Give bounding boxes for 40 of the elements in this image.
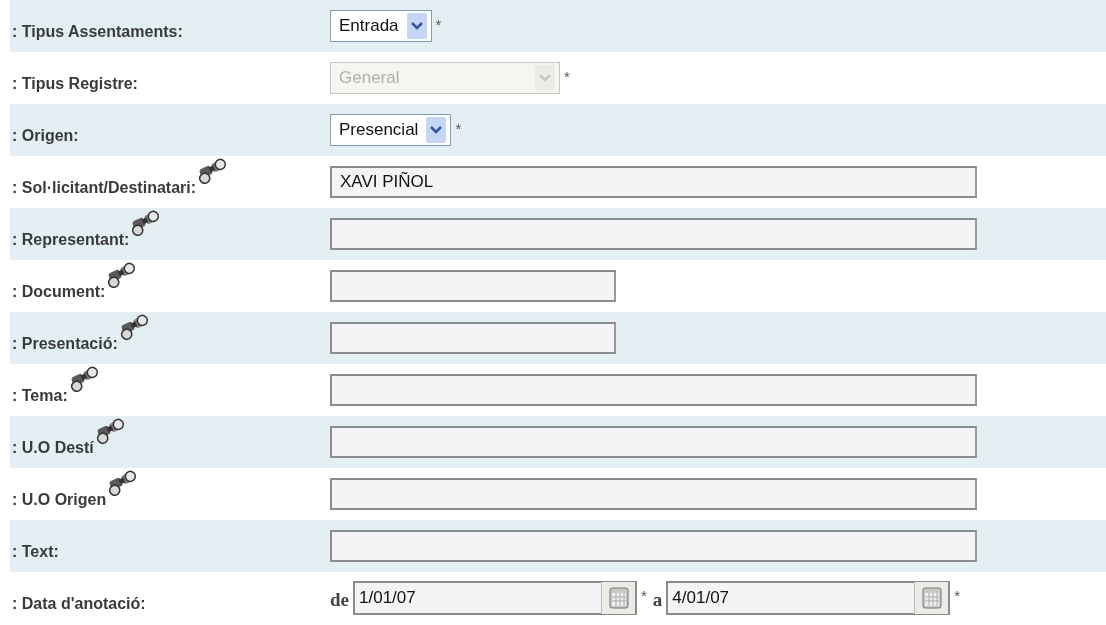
field-label: : Tema:: [12, 386, 68, 406]
required-mark: *: [954, 586, 961, 606]
dropdown-button[interactable]: [426, 117, 447, 143]
text-field[interactable]: [330, 322, 616, 354]
select-field[interactable]: Entrada: [330, 10, 432, 42]
calendar-button[interactable]: [601, 582, 635, 614]
date-field[interactable]: 1/01/07: [353, 581, 637, 615]
required-mark: *: [564, 67, 570, 87]
text-field[interactable]: [330, 374, 977, 406]
chevron-down-icon: [539, 74, 551, 82]
field-label: : U.O Destí: [12, 438, 94, 458]
field-label: : Document:: [12, 282, 106, 302]
field-label: : Data d'anotació:: [12, 594, 146, 614]
field-label: : Origen:: [12, 126, 79, 146]
field-label: : Presentació:: [12, 334, 118, 354]
text-field[interactable]: [330, 478, 977, 510]
required-mark: *: [641, 586, 647, 606]
calendar-icon: [921, 587, 942, 609]
range-label: de: [330, 587, 349, 612]
range-label: a: [652, 587, 663, 612]
chevron-down-icon: [410, 22, 423, 30]
required-mark: *: [455, 119, 462, 139]
text-field[interactable]: [330, 530, 977, 562]
calendar-button[interactable]: [914, 582, 949, 614]
field-label: : Tipus Registre:: [12, 74, 138, 94]
required-mark: *: [435, 15, 442, 35]
text-field[interactable]: XAVI PIÑOL: [330, 166, 977, 198]
text-field[interactable]: [330, 218, 977, 250]
date-field[interactable]: 4/01/07: [666, 581, 951, 615]
calendar-icon: [608, 587, 629, 609]
field-label: : Tipus Assentaments:: [12, 22, 183, 42]
field-label: : Sol·licitant/Destinatari:: [12, 178, 197, 198]
field-label: : Representant:: [12, 230, 130, 250]
field-label: : U.O Origen: [12, 490, 107, 510]
text-field[interactable]: [330, 270, 616, 302]
dropdown-button[interactable]: [406, 13, 427, 39]
text-field[interactable]: [330, 426, 977, 458]
chevron-down-icon: [430, 126, 443, 134]
select-field[interactable]: Presencial: [330, 114, 452, 146]
field-label: : Text:: [12, 542, 59, 562]
